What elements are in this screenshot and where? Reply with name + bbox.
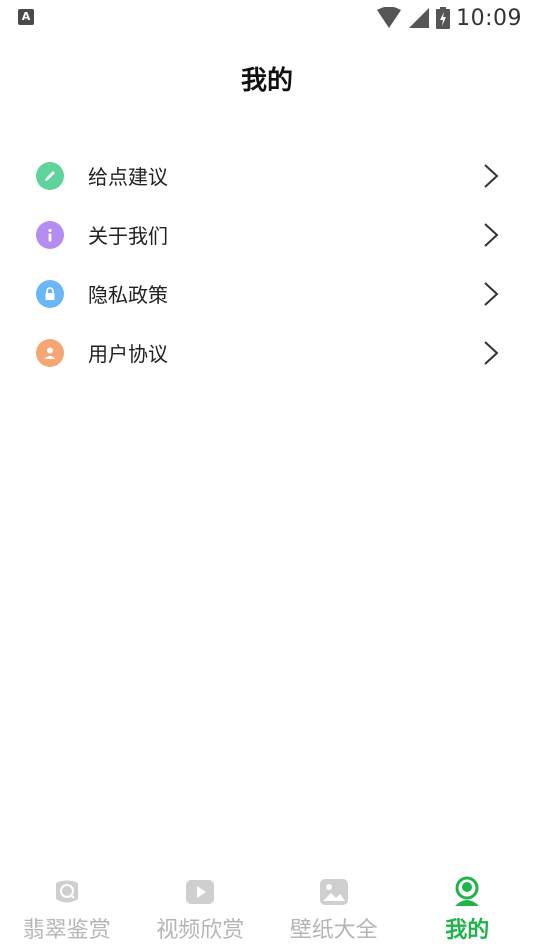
- menu-item-label: 关于我们: [88, 224, 168, 248]
- chevron-right-icon: [484, 340, 499, 365]
- tab-mine[interactable]: 我的: [401, 872, 534, 950]
- lock-icon: [36, 279, 64, 308]
- tab-jade-appreciation[interactable]: 翡翠鉴赏: [0, 872, 134, 950]
- status-bar: A 10:09: [0, 0, 534, 36]
- search-icon: [51, 876, 83, 908]
- page-title: 我的: [240, 66, 293, 96]
- tab-label: 我的: [445, 918, 490, 943]
- menu-item-suggestion[interactable]: 给点建议: [0, 146, 534, 205]
- image-icon: [318, 876, 350, 908]
- tab-label: 视频欣赏: [156, 918, 245, 943]
- wifi-icon: [377, 7, 402, 28]
- status-time: 10:09: [456, 5, 522, 31]
- status-right: 10:09: [376, 5, 522, 31]
- tab-label: 翡翠鉴赏: [22, 918, 111, 943]
- play-icon: [184, 876, 216, 908]
- app-notification-icon: A: [18, 9, 34, 25]
- battery-icon: [436, 7, 451, 29]
- settings-menu: 给点建议 关于我们 隐私政策 用户协议: [0, 146, 534, 382]
- menu-item-about[interactable]: 关于我们: [0, 205, 534, 264]
- bottom-tab-bar: 翡翠鉴赏 视频欣赏 壁纸大全 我的: [0, 872, 534, 950]
- tab-label: 壁纸大全: [289, 918, 378, 943]
- profile-icon: [451, 876, 483, 908]
- menu-item-label: 隐私政策: [88, 283, 168, 307]
- info-icon: [36, 220, 64, 249]
- menu-item-label: 用户协议: [88, 342, 168, 366]
- menu-item-label: 给点建议: [88, 165, 168, 189]
- cell-signal-icon: [409, 8, 430, 28]
- chevron-right-icon: [484, 163, 499, 188]
- tab-video[interactable]: 视频欣赏: [134, 872, 268, 950]
- chevron-right-icon: [484, 222, 499, 247]
- menu-item-privacy[interactable]: 隐私政策: [0, 264, 534, 323]
- pencil-icon: [36, 161, 64, 190]
- tab-wallpaper[interactable]: 壁纸大全: [267, 872, 401, 950]
- chevron-right-icon: [484, 281, 499, 306]
- menu-item-user-agreement[interactable]: 用户协议: [0, 323, 534, 382]
- user-icon: [36, 338, 64, 367]
